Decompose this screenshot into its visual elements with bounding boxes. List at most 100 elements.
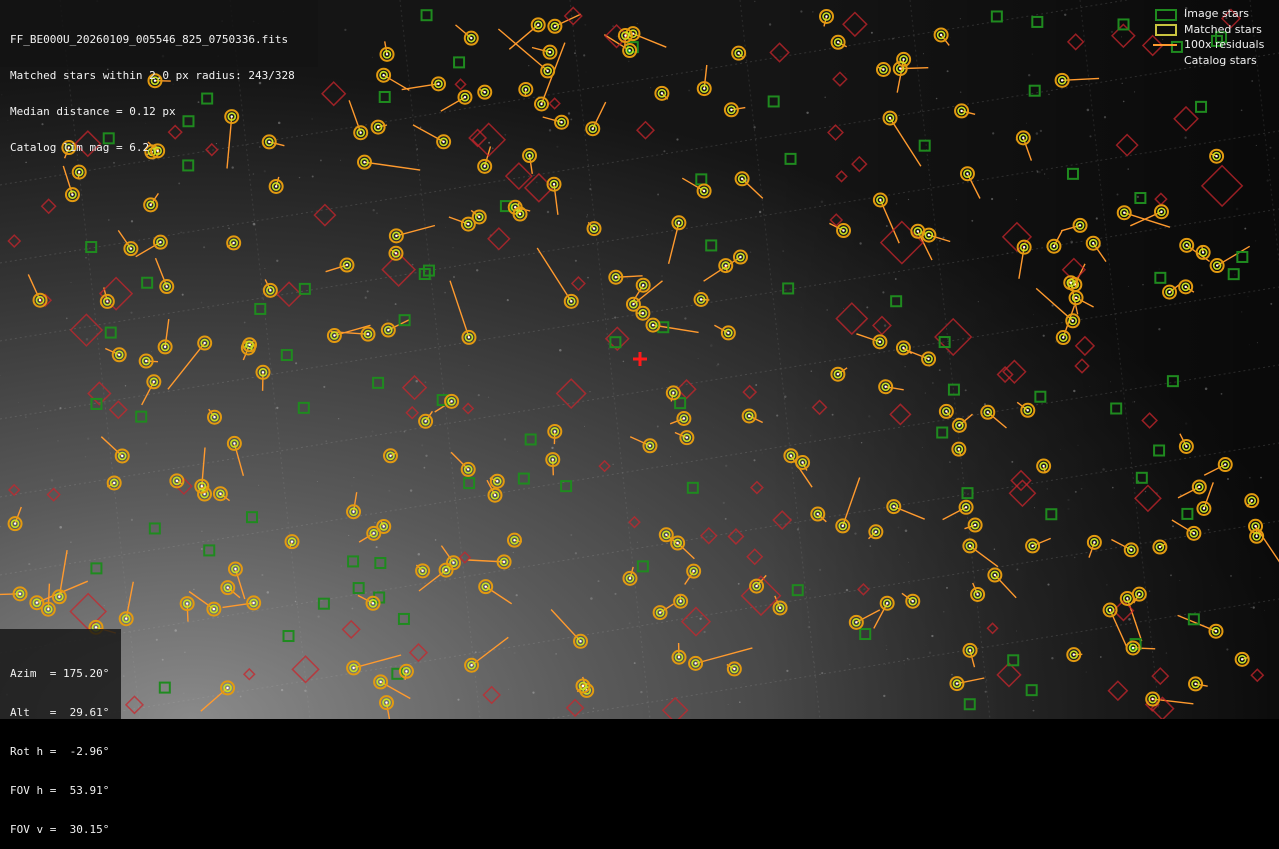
noise-speck bbox=[555, 653, 557, 655]
matched-star-point bbox=[629, 577, 631, 579]
noise-speck bbox=[669, 371, 670, 372]
noise-speck bbox=[258, 485, 259, 486]
noise-speck bbox=[412, 264, 414, 266]
matched-star-point bbox=[383, 525, 385, 527]
noise-speck bbox=[420, 126, 422, 128]
noise-speck bbox=[929, 652, 931, 654]
noise-speck bbox=[104, 605, 105, 606]
noise-speck bbox=[994, 549, 995, 550]
noise-speck bbox=[753, 126, 755, 128]
matched-star-point bbox=[125, 618, 127, 620]
noise-speck bbox=[304, 690, 306, 692]
matched-star-point bbox=[730, 109, 732, 111]
noise-speck bbox=[326, 440, 327, 441]
noise-speck bbox=[1149, 590, 1150, 591]
noise-speck bbox=[634, 662, 636, 664]
matched-star-point bbox=[1160, 211, 1162, 213]
matched-star-point bbox=[741, 178, 743, 180]
noise-speck bbox=[549, 129, 551, 131]
noise-speck bbox=[703, 631, 705, 633]
noise-speck bbox=[638, 508, 639, 509]
noise-speck bbox=[1019, 553, 1020, 554]
noise-speck bbox=[416, 148, 418, 150]
noise-speck bbox=[978, 301, 979, 302]
noise-speck bbox=[1044, 321, 1045, 322]
noise-speck bbox=[317, 481, 318, 482]
noise-speck bbox=[99, 292, 100, 293]
matched-star-point bbox=[661, 92, 663, 94]
noise-speck bbox=[907, 658, 909, 660]
noise-speck bbox=[1244, 228, 1246, 230]
noise-speck bbox=[1234, 274, 1236, 276]
noise-speck bbox=[182, 294, 184, 296]
matched-star-point bbox=[1093, 541, 1095, 543]
altitude-readout: Alt = 29.61° bbox=[10, 706, 121, 719]
noise-speck bbox=[628, 61, 630, 63]
matched-star-point bbox=[683, 417, 685, 419]
noise-speck bbox=[1016, 569, 1018, 571]
matched-star-point bbox=[649, 445, 651, 447]
noise-speck bbox=[782, 250, 784, 252]
noise-speck bbox=[28, 563, 30, 565]
noise-speck bbox=[800, 10, 802, 12]
noise-speck bbox=[922, 447, 923, 448]
matched-star-point bbox=[494, 494, 496, 496]
matched-star-point bbox=[902, 58, 904, 60]
matched-star-point bbox=[969, 545, 971, 547]
noise-speck bbox=[583, 54, 585, 56]
matched-star-point bbox=[554, 25, 556, 27]
noise-speck bbox=[713, 427, 714, 428]
noise-speck bbox=[108, 219, 110, 221]
noise-speck bbox=[826, 309, 828, 311]
matched-star-point bbox=[956, 682, 958, 684]
noise-speck bbox=[1128, 286, 1129, 287]
noise-speck bbox=[86, 338, 89, 341]
matched-star-point bbox=[582, 685, 584, 687]
noise-speck bbox=[54, 166, 55, 167]
noise-speck bbox=[939, 240, 941, 242]
noise-speck bbox=[267, 591, 270, 594]
noise-speck bbox=[1044, 173, 1045, 174]
residual-line bbox=[553, 460, 554, 476]
matched-star-point bbox=[164, 346, 166, 348]
noise-speck bbox=[886, 645, 887, 646]
matched-star-point bbox=[642, 284, 644, 286]
noise-speck bbox=[1047, 584, 1049, 586]
noise-speck bbox=[312, 175, 314, 177]
noise-speck bbox=[967, 590, 968, 591]
matched-star-point bbox=[468, 336, 470, 338]
noise-speck bbox=[1033, 710, 1035, 712]
matched-star-point bbox=[387, 329, 389, 331]
matched-star-point bbox=[882, 68, 884, 70]
matched-star-point bbox=[382, 74, 384, 76]
matched-star-point bbox=[186, 602, 188, 604]
noise-speck bbox=[1033, 700, 1034, 701]
noise-speck bbox=[340, 160, 341, 161]
noise-speck bbox=[131, 519, 133, 521]
noise-speck bbox=[1227, 478, 1229, 480]
noise-speck bbox=[1121, 36, 1122, 37]
noise-speck bbox=[936, 98, 938, 100]
matched-star-point bbox=[1079, 224, 1081, 226]
noise-speck bbox=[905, 366, 906, 367]
matched-star-point bbox=[692, 570, 694, 572]
noise-speck bbox=[317, 615, 319, 617]
noise-speck bbox=[1251, 80, 1253, 82]
noise-speck bbox=[909, 583, 910, 584]
matched-star-point bbox=[801, 461, 803, 463]
noise-speck bbox=[1038, 171, 1040, 173]
matched-star-point bbox=[519, 213, 521, 215]
noise-speck bbox=[754, 1, 755, 2]
matched-star-point bbox=[958, 424, 960, 426]
noise-speck bbox=[1128, 168, 1129, 169]
matched-star-point bbox=[958, 448, 960, 450]
noise-speck bbox=[684, 317, 686, 319]
noise-speck bbox=[1253, 606, 1255, 608]
matched-star-point bbox=[694, 662, 696, 664]
noise-speck bbox=[478, 394, 480, 396]
noise-speck bbox=[1075, 480, 1076, 481]
matched-star-point bbox=[39, 299, 41, 301]
matched-star-point bbox=[484, 91, 486, 93]
noise-speck bbox=[1051, 304, 1053, 306]
noise-speck bbox=[372, 475, 373, 476]
